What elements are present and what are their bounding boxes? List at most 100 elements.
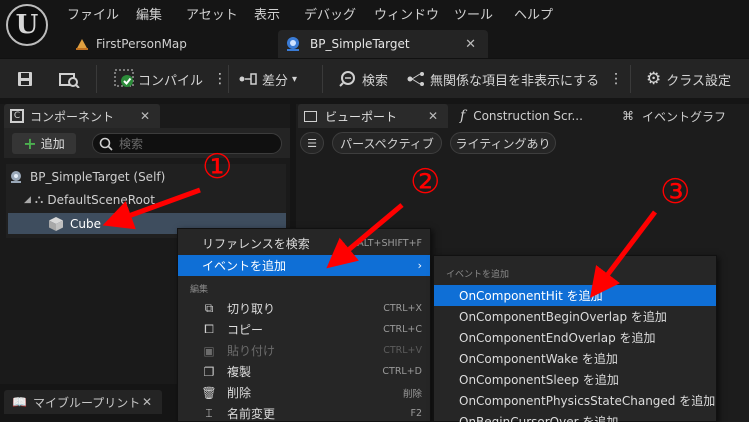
chevron-down-icon: ▾ <box>292 73 298 85</box>
class-settings-label: クラス設定 <box>666 73 731 89</box>
menu-help[interactable]: ヘルプ <box>514 4 553 23</box>
submenu-item-on-component-wake[interactable]: OnComponentWake を追加 <box>434 348 716 369</box>
menu-debug[interactable]: デバッグ <box>304 4 356 23</box>
menu-item-rename[interactable]: ⌶ 名前変更 F2 <box>178 403 430 422</box>
submenu-item-on-component-end-overlap[interactable]: OnComponentEndOverlap を追加 <box>434 327 716 348</box>
menu-item-label: コピー <box>227 323 264 337</box>
components-icon: C <box>10 109 24 123</box>
menu-item-duplicate[interactable]: ❐ 複製 CTRL+D <box>178 361 430 382</box>
menu-asset[interactable]: アセット <box>186 4 238 23</box>
menu-item-delete[interactable]: 🗑 削除 削除 <box>178 382 430 403</box>
hide-unrelated-label: 無関係な項目を非表示にする <box>430 73 600 89</box>
menu-item-paste[interactable]: ▣ 貼り付け CTRL+V <box>178 340 430 361</box>
book-icon: 📖 <box>12 395 27 409</box>
toolbar-separator <box>96 65 97 93</box>
browse-button[interactable] <box>58 59 80 99</box>
lighting-label: ライティングあり <box>455 136 551 151</box>
tab-label: イベントグラフ <box>642 109 727 124</box>
class-settings-button[interactable]: ⚙ クラス設定 <box>646 59 731 99</box>
diff-label: 差分 <box>262 73 289 89</box>
hide-unrelated-icon <box>407 72 424 86</box>
tree-item-label: DefaultSceneRoot <box>47 192 155 207</box>
shortcut-label: ALT+SHIFT+F <box>357 238 422 249</box>
menu-item-find-references[interactable]: リファレンスを検索 ALT+SHIFT+F <box>178 233 430 254</box>
gear-icon: ⚙ <box>646 69 662 89</box>
duplicate-icon: ❐ <box>203 364 215 379</box>
menu-edit[interactable]: 編集 <box>136 4 162 23</box>
viewport-menu-button[interactable]: ☰ <box>300 132 324 154</box>
menu-tools[interactable]: ツール <box>454 4 493 23</box>
chevron-right-icon: › <box>417 259 422 272</box>
tab-label: Construction Scr... <box>473 109 583 123</box>
diff-icon <box>239 73 257 85</box>
search-input[interactable] <box>119 136 269 151</box>
viewport-icon <box>304 110 317 122</box>
tree-item-label: Cube <box>70 216 101 231</box>
scene-root-icon: ⛬ <box>34 192 44 206</box>
annotation-step-1: ① <box>202 147 233 187</box>
tab-my-blueprint[interactable]: 📖 マイブループリント ✕ <box>4 390 162 414</box>
more-options-icon[interactable]: ⋮ <box>609 71 623 87</box>
tab-event-graph[interactable]: ⌘ イベントグラフ <box>622 104 749 128</box>
toolbar-separator <box>322 65 323 93</box>
tab-first-person-map[interactable]: FirstPersonMap <box>70 30 270 58</box>
tree-item-self[interactable]: BP_SimpleTarget (Self) <box>8 166 286 187</box>
tab-viewport[interactable]: ビューポート ✕ <box>298 104 448 128</box>
tree-item-default-scene-root[interactable]: ◢ ⛬ DefaultSceneRoot <box>8 189 286 210</box>
tab-label: FirstPersonMap <box>96 37 187 51</box>
tree-item-label: BP_SimpleTarget (Self) <box>30 169 166 184</box>
submenu-item-label: OnComponentSleep を追加 <box>459 373 619 387</box>
actor-icon <box>11 170 21 183</box>
search-icon <box>339 71 355 87</box>
tab-bp-simple-target[interactable]: BP_SimpleTarget ✕ <box>278 30 488 58</box>
compile-label: コンパイル <box>138 73 204 89</box>
close-icon[interactable]: ✕ <box>428 109 438 123</box>
shortcut-label: 削除 <box>402 388 422 400</box>
close-icon[interactable]: ✕ <box>140 109 150 123</box>
save-button[interactable] <box>16 59 34 99</box>
submenu-item-on-component-hit[interactable]: OnComponentHit を追加 <box>434 285 716 306</box>
logo-letter: U <box>15 10 39 40</box>
blueprint-icon <box>287 37 299 51</box>
add-component-button[interactable]: + 追加 <box>12 133 76 154</box>
menu-item-label: 削除 <box>227 386 252 400</box>
menu-item-add-event[interactable]: イベントを追加 › <box>178 255 430 276</box>
copy-icon: ⧠ <box>204 322 214 336</box>
compile-button[interactable]: コンパイル ⋮ <box>114 59 227 99</box>
cube-icon <box>49 216 63 231</box>
trash-icon: 🗑 <box>201 385 217 400</box>
menu-item-cut[interactable]: ⧉ 切り取り CTRL+X <box>178 298 430 319</box>
perspective-button[interactable]: パースペクティブ <box>332 132 442 154</box>
components-title: コンポーネント <box>30 109 115 124</box>
hide-unrelated-button[interactable]: 無関係な項目を非表示にする ⋮ <box>406 59 623 99</box>
edit-section-header: 編集 <box>190 285 209 295</box>
search-button[interactable]: 検索 <box>338 59 388 99</box>
menu-item-copy[interactable]: ⧠ コピー CTRL+C <box>178 319 430 340</box>
submenu-item-label: OnBeginCursorOver を追加 <box>459 415 619 422</box>
lighting-button[interactable]: ライティングあり <box>450 132 556 154</box>
menu-view[interactable]: 表示 <box>254 4 280 23</box>
menu-item-label: リファレンスを検索 <box>202 237 310 251</box>
expand-arrow-icon: ◢ <box>24 194 31 205</box>
annotation-step-2: ② <box>410 162 441 202</box>
close-icon[interactable]: ✕ <box>465 37 476 52</box>
close-icon[interactable]: ✕ <box>142 395 152 409</box>
submenu-item-on-component-begin-overlap[interactable]: OnComponentBeginOverlap を追加 <box>434 306 716 327</box>
menu-file[interactable]: ファイル <box>67 4 119 23</box>
search-label: 検索 <box>362 73 389 89</box>
unreal-logo[interactable]: U <box>6 4 48 46</box>
submenu-item-on-begin-cursor-over[interactable]: OnBeginCursorOver を追加 <box>434 411 716 422</box>
diff-button[interactable]: 差分 ▾ <box>238 59 297 99</box>
submenu-item-on-component-sleep[interactable]: OnComponentSleep を追加 <box>434 369 716 390</box>
more-options-icon[interactable]: ⋮ <box>213 71 227 87</box>
menu-window[interactable]: ウィンドウ <box>374 4 439 23</box>
toolbar-separator <box>630 65 631 93</box>
search-icon <box>99 137 113 151</box>
toolbar: コンパイル ⋮ 差分 ▾ 検索 無関係な項目を非表示にする ⋮ ⚙ クラス設定 <box>0 58 749 98</box>
tab-components[interactable]: C コンポーネント ✕ <box>4 104 160 128</box>
submenu-item-on-component-physics-state-changed[interactable]: OnComponentPhysicsStateChanged を追加 <box>434 390 716 411</box>
component-search-box[interactable] <box>92 133 282 154</box>
shortcut-label: CTRL+X <box>383 303 422 314</box>
submenu-item-label: OnComponentPhysicsStateChanged を追加 <box>459 394 716 408</box>
tab-construction-script[interactable]: f Construction Scr... <box>460 104 600 128</box>
